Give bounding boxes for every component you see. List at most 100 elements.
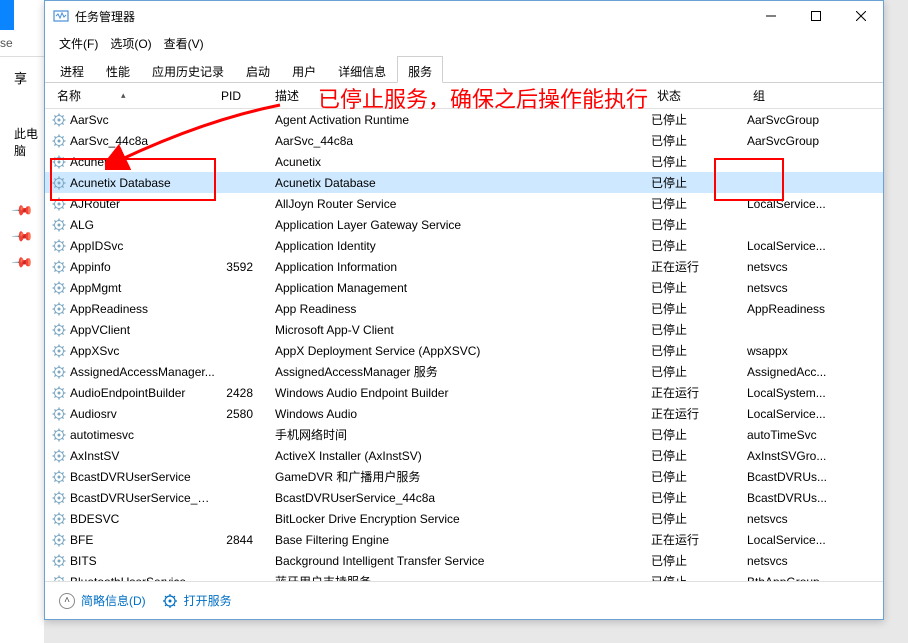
tab-3[interactable]: 启动 [235,56,281,83]
service-name: ALG [70,218,215,232]
service-row[interactable]: AppReadinessApp Readiness已停止AppReadiness [45,298,883,319]
service-row[interactable]: AJRouterAllJoyn Router Service已停止LocalSe… [45,193,883,214]
service-row[interactable]: BFE2844Base Filtering Engine正在运行LocalSer… [45,529,883,550]
service-status: 已停止 [651,552,747,569]
service-gear-icon [51,364,67,380]
close-button[interactable] [838,1,883,31]
service-pid: 2580 [215,407,259,421]
service-group: netsvcs [747,554,883,568]
service-gear-icon [51,322,67,338]
open-services-link[interactable]: 打开服务 [162,592,232,609]
service-desc: Acunetix Database [259,176,651,190]
service-row[interactable]: AcunetixAcunetix已停止 [45,151,883,172]
tab-1[interactable]: 性能 [95,56,141,83]
service-name: AarSvc [70,113,215,127]
service-row[interactable]: AppVClientMicrosoft App-V Client已停止 [45,319,883,340]
service-pid: 2844 [215,533,259,547]
header-desc[interactable]: 描述 [259,83,651,108]
service-row[interactable]: Appinfo3592Application Information正在运行ne… [45,256,883,277]
service-row[interactable]: AarSvcAgent Activation Runtime已停止AarSvcG… [45,109,883,130]
service-group: LocalService... [747,533,883,547]
tab-5[interactable]: 详细信息 [327,56,397,83]
service-name: BFE [70,533,215,547]
service-row[interactable]: ALGApplication Layer Gateway Service已停止 [45,214,883,235]
service-desc: Windows Audio Endpoint Builder [259,386,651,400]
service-name: AudioEndpointBuilder [70,386,215,400]
service-row[interactable]: AppMgmtApplication Management已停止netsvcs [45,277,883,298]
service-name: Acunetix [70,155,215,169]
header-status[interactable]: 状态 [651,83,747,108]
tab-0[interactable]: 进程 [49,56,95,83]
app-icon [53,8,69,24]
service-gear-icon [51,532,67,548]
service-desc: BcastDVRUserService_44c8a [259,491,651,505]
service-group: wsappx [747,344,883,358]
menu-file[interactable]: 文件(F) [53,33,104,54]
service-group: netsvcs [747,260,883,274]
service-group: netsvcs [747,281,883,295]
service-desc: Windows Audio [259,407,651,421]
header-group[interactable]: 组 [747,83,883,108]
footer: ˄ 简略信息(D) 打开服务 [45,581,883,619]
service-row[interactable]: BITSBackground Intelligent Transfer Serv… [45,550,883,571]
service-row[interactable]: AxInstSVActiveX Installer (AxInstSV)已停止A… [45,445,883,466]
service-gear-icon [51,385,67,401]
service-group: AssignedAcc... [747,365,883,379]
service-group: LocalService... [747,197,883,211]
pin-icon: 📌 [11,198,35,222]
service-status: 已停止 [651,300,747,317]
service-name: Audiosrv [70,407,215,421]
fewer-details-button[interactable]: ˄ 简略信息(D) [59,592,146,609]
service-row[interactable]: AudioEndpointBuilder2428Windows Audio En… [45,382,883,403]
maximize-button[interactable] [793,1,838,31]
tab-2[interactable]: 应用历史记录 [141,56,235,83]
service-name: AppXSvc [70,344,215,358]
service-name: Acunetix Database [70,176,215,190]
menu-view[interactable]: 查看(V) [158,33,210,54]
service-gear-icon [51,490,67,506]
service-row[interactable]: AppXSvcAppX Deployment Service (AppXSVC)… [45,340,883,361]
service-row[interactable]: BDESVCBitLocker Drive Encryption Service… [45,508,883,529]
header-name[interactable]: 名称▴ [51,83,215,108]
service-group: AarSvcGroup [747,113,883,127]
tab-4[interactable]: 用户 [281,56,327,83]
service-group: LocalSystem... [747,386,883,400]
service-status: 已停止 [651,363,747,380]
service-desc: BitLocker Drive Encryption Service [259,512,651,526]
service-name: Appinfo [70,260,215,274]
service-row[interactable]: BcastDVRUserService_44...BcastDVRUserSer… [45,487,883,508]
service-gear-icon [51,553,67,569]
selection-accent [0,0,14,30]
service-row[interactable]: AppIDSvcApplication Identity已停止LocalServ… [45,235,883,256]
service-status: 正在运行 [651,258,747,275]
service-status: 已停止 [651,279,747,296]
menubar: 文件(F) 选项(O) 查看(V) [45,31,883,55]
service-name: autotimesvc [70,428,215,442]
service-gear-icon [51,196,67,212]
service-row[interactable]: autotimesvc手机网络时间已停止autoTimeSvc [45,424,883,445]
service-row[interactable]: Acunetix DatabaseAcunetix Database已停止 [45,172,883,193]
tab-6[interactable]: 服务 [397,56,443,83]
service-row[interactable]: AssignedAccessManager...AssignedAccessMa… [45,361,883,382]
service-row[interactable]: BluetoothUserService蓝牙用户支持服务已停止BthAppGro… [45,571,883,581]
minimize-button[interactable] [748,1,793,31]
service-status: 已停止 [651,510,747,527]
this-pc-label: 此电脑 [14,125,44,159]
service-row[interactable]: BcastDVRUserServiceGameDVR 和广播用户服务已停止Bca… [45,466,883,487]
service-desc: Base Filtering Engine [259,533,651,547]
service-row[interactable]: Audiosrv2580Windows Audio正在运行LocalServic… [45,403,883,424]
service-status: 已停止 [651,195,747,212]
service-gear-icon [51,448,67,464]
service-group: AxInstSVGro... [747,449,883,463]
services-list[interactable]: AarSvcAgent Activation Runtime已停止AarSvcG… [45,109,883,581]
service-row[interactable]: AarSvc_44c8aAarSvc_44c8a已停止AarSvcGroup [45,130,883,151]
service-status: 正在运行 [651,405,747,422]
service-desc: Application Layer Gateway Service [259,218,651,232]
service-name: AppReadiness [70,302,215,316]
menu-options[interactable]: 选项(O) [104,33,157,54]
service-status: 正在运行 [651,531,747,548]
tabs: 进程性能应用历史记录启动用户详细信息服务 [45,55,883,83]
header-pid[interactable]: PID [215,85,259,107]
service-status: 已停止 [651,237,747,254]
left-label-se: se [0,36,13,50]
